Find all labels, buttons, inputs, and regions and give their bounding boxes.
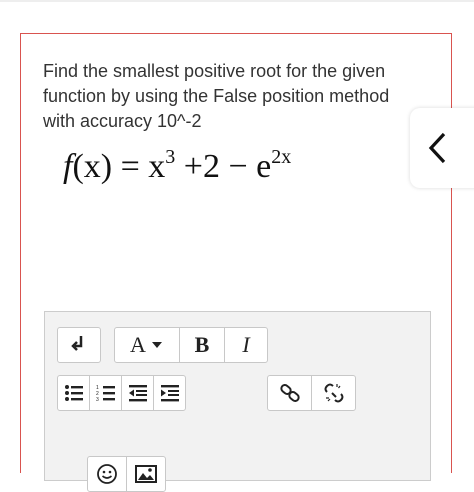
unlink-icon [324, 383, 343, 403]
numbered-list-button[interactable]: 1 2 3 [89, 375, 122, 411]
question-text: Find the smallest positive root for the … [43, 61, 390, 131]
answer-editor[interactable]: A B I 1 2 3 [44, 311, 431, 492]
expand-toolbar-button[interactable] [57, 327, 101, 363]
formula-exponent-1: 3 [165, 146, 176, 168]
image-button[interactable] [126, 456, 166, 492]
formula-eq: = x [112, 148, 166, 185]
link-icon [279, 384, 300, 402]
italic-button[interactable]: I [224, 327, 268, 363]
link-group [267, 375, 356, 411]
list-group: 1 2 3 [57, 375, 186, 411]
svg-text:3: 3 [96, 397, 99, 402]
side-panel-toggle[interactable] [410, 108, 474, 188]
formula-mid: +2 − e [175, 148, 272, 185]
outdent-icon [128, 385, 147, 402]
bold-button[interactable]: B [179, 327, 225, 363]
top-divider [0, 0, 474, 2]
unlink-button[interactable] [311, 375, 356, 411]
font-style-dropdown[interactable]: A [114, 327, 180, 363]
italic-label: I [242, 332, 250, 357]
font-style-label: A [130, 332, 146, 357]
emoji-button[interactable] [87, 456, 127, 492]
outdent-button[interactable] [121, 375, 154, 411]
bold-label: B [194, 332, 210, 357]
formula-argument: (x) [72, 148, 113, 185]
chevron-down-icon [151, 342, 162, 348]
chevron-left-icon [428, 132, 446, 164]
formula: f(x) = x3 +2 − e2x [63, 146, 291, 186]
indent-icon [160, 385, 179, 402]
text-format-group: A B I [114, 327, 268, 363]
bullet-list-icon [64, 385, 83, 401]
emoji-icon [97, 464, 117, 484]
formula-exponent-2: 2x [271, 146, 292, 168]
expand-arrow-icon [71, 334, 87, 357]
indent-button[interactable] [153, 375, 186, 411]
link-button[interactable] [267, 375, 312, 411]
insert-group [87, 456, 166, 492]
image-icon [135, 465, 157, 483]
question-card: Find the smallest positive root for the … [20, 33, 452, 492]
numbered-list-icon: 1 2 3 [96, 385, 115, 402]
bullet-list-button[interactable] [57, 375, 90, 411]
